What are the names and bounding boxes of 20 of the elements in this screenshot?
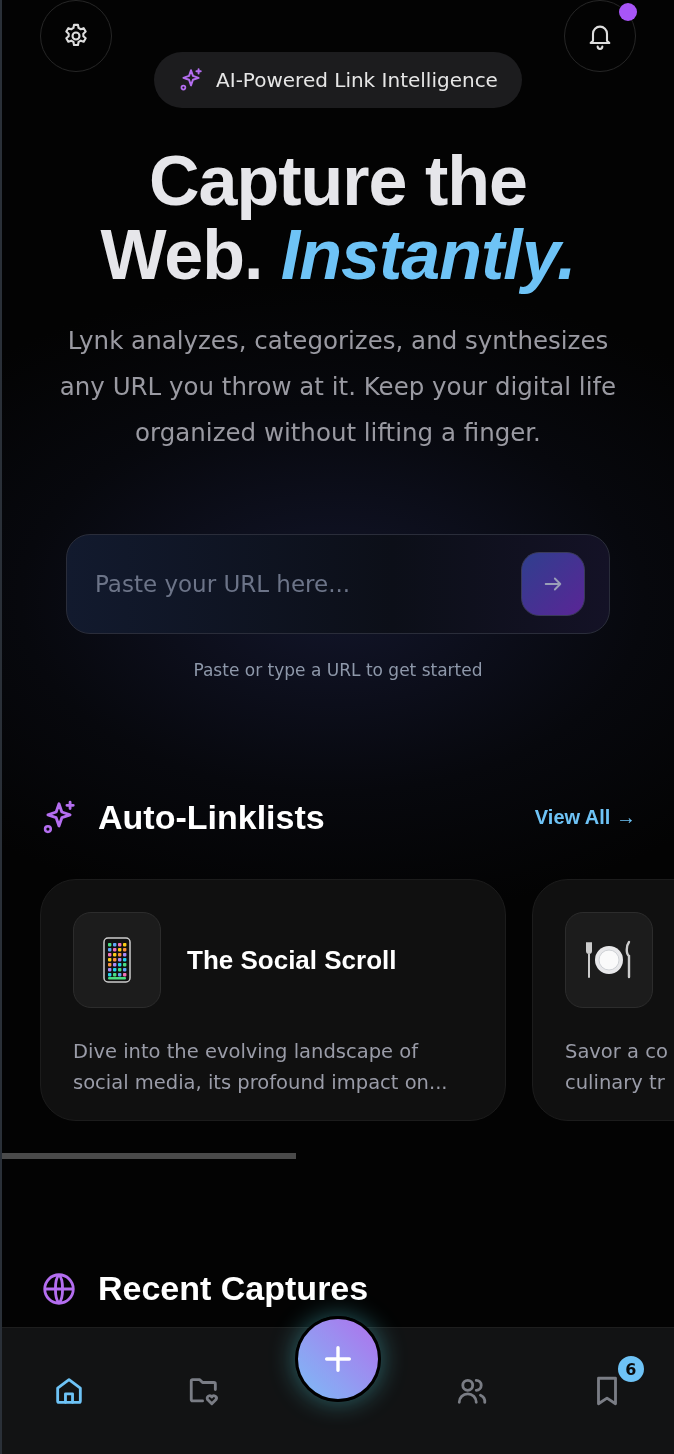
add-button[interactable] (295, 1316, 381, 1402)
card-description: Savor a co (565, 1039, 669, 1065)
card-title: The Social Scroll (187, 944, 397, 976)
card-description: culinary tr (565, 1070, 666, 1096)
section-title: Auto-Linklists (98, 798, 325, 837)
scrollbar[interactable] (2, 1153, 296, 1159)
sparkle-icon (178, 67, 205, 93)
headline: Capture the Web. Instantly. (99, 144, 577, 292)
phone-icon (103, 937, 131, 983)
view-all-link[interactable]: View All → (534, 806, 636, 829)
section-title: Recent Captures (98, 1269, 369, 1308)
intro-text: Lynk analyzes, categorizes, and synthesizes any URL you throw at it. Keep your digital life organized without lifting a finger. (58, 325, 618, 449)
badge-label: AI-Powered Link Intelligence (216, 68, 498, 92)
count-badge: 6 (615, 1354, 646, 1384)
input-hint: Paste or type a URL to get started (193, 660, 483, 680)
linklist-card[interactable]: Savor a co culinary tr (532, 879, 674, 1121)
card-description: Dive into the evolving landscape of (73, 1039, 420, 1065)
linklist-card[interactable]: The Social Scroll Dive into the evolving landscape of social media, its profound impact on... (40, 879, 506, 1121)
card-description: social media, its profound impact on... (73, 1070, 449, 1096)
url-input-field[interactable]: Paste your URL here... (93, 570, 521, 598)
